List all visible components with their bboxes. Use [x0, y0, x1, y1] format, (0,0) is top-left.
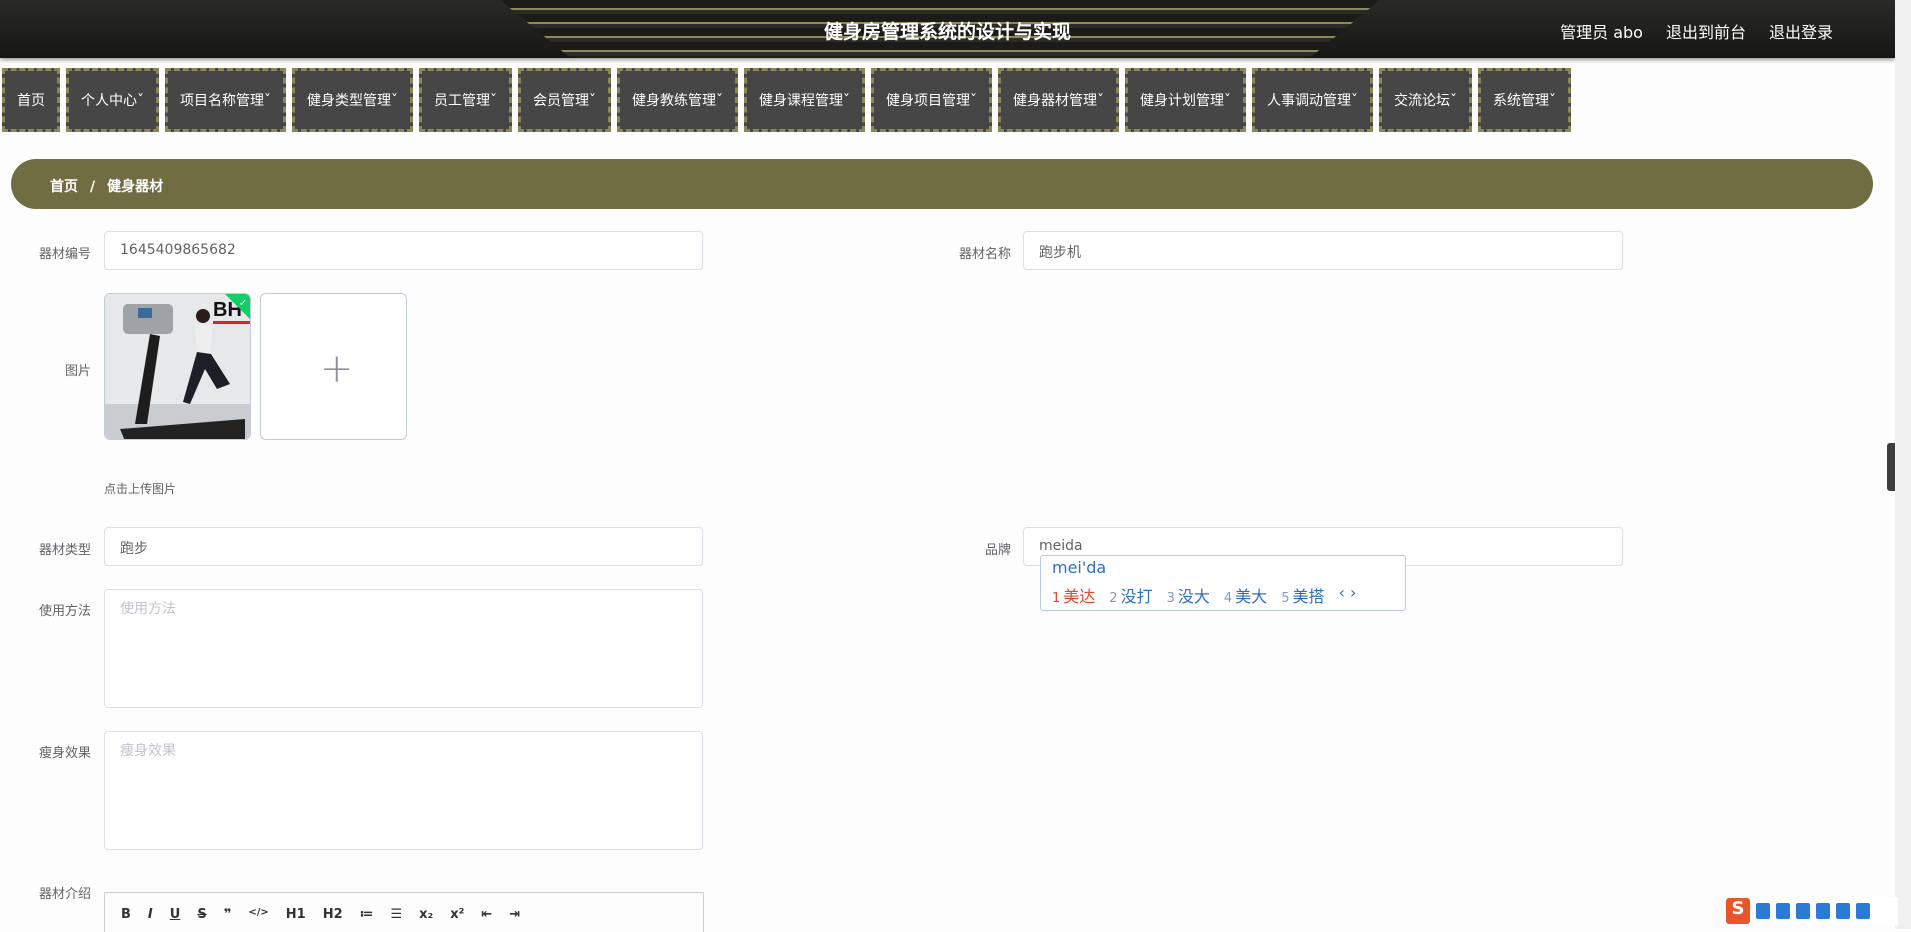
strike-button[interactable]: S — [197, 907, 206, 932]
ime-tool-icon[interactable] — [1856, 903, 1870, 919]
nav-item-home[interactable]: 首页 — [2, 68, 60, 132]
subscript-button[interactable]: x₂ — [419, 907, 433, 932]
nav-item-system[interactable]: 系统管理ˇ — [1478, 68, 1571, 132]
bullet-list-button[interactable]: ☰ — [390, 907, 402, 932]
ime-pager[interactable]: ‹ › — [1338, 583, 1356, 607]
h1-button[interactable]: H1 — [286, 907, 306, 932]
uploaded-image[interactable]: BH ✓ — [104, 293, 251, 440]
name-input[interactable]: 跑步机 — [1023, 231, 1623, 270]
nav-item-profile[interactable]: 个人中心ˇ — [66, 68, 159, 132]
h2-button[interactable]: H2 — [323, 907, 343, 932]
indent-button[interactable]: ⇥ — [509, 907, 520, 932]
nav-item-fitness-type[interactable]: 健身类型管理ˇ — [292, 68, 413, 132]
nav-item-equipment[interactable]: 健身器材管理ˇ — [998, 68, 1119, 132]
nav-item-project[interactable]: 健身项目管理ˇ — [871, 68, 992, 132]
ime-tool-icon[interactable] — [1776, 903, 1790, 919]
image-label: 图片 — [64, 364, 91, 379]
type-label: 器材类型 — [38, 543, 91, 558]
breadcrumb-home[interactable]: 首页 — [50, 179, 78, 195]
superscript-button[interactable]: x² — [450, 907, 464, 932]
underline-button[interactable]: U — [170, 907, 181, 932]
back-to-front-link[interactable]: 退出到前台 — [1666, 19, 1746, 43]
nav-item-forum[interactable]: 交流论坛ˇ — [1379, 68, 1472, 132]
ime-tool-icon[interactable] — [1836, 903, 1850, 919]
ime-candidate-popup: mei'da 1 美达 2 没打 3 没大 4 美大 5 美搭 ‹ › — [1040, 555, 1406, 611]
ime-tool-icon[interactable] — [1816, 903, 1830, 919]
brand-label: 品牌 — [984, 543, 1011, 558]
user-label: 管理员 abo — [1560, 23, 1643, 42]
nav-item-plan[interactable]: 健身计划管理ˇ — [1125, 68, 1246, 132]
code-input[interactable]: 1645409865682 — [104, 231, 703, 270]
usage-textarea[interactable]: 使用方法 — [104, 589, 703, 708]
ordered-list-button[interactable]: ≔ — [360, 907, 374, 932]
ime-tool-icon[interactable] — [1796, 903, 1810, 919]
effect-textarea[interactable]: 瘦身效果 — [104, 731, 703, 850]
ime-candidate[interactable]: 5 美搭 — [1281, 583, 1324, 607]
header: 健身房管理系统的设计与实现 管理员 abo 退出到前台 退出登录 — [0, 0, 1895, 58]
ime-candidate[interactable]: 1 美达 — [1052, 583, 1095, 607]
ime-candidate[interactable]: 2 没打 — [1109, 583, 1152, 607]
effect-label: 瘦身效果 — [38, 746, 91, 761]
nav-item-hr[interactable]: 人事调动管理ˇ — [1252, 68, 1373, 132]
ime-tool-icon[interactable] — [1756, 903, 1770, 919]
ime-pinyin: mei'da — [1052, 558, 1107, 577]
code-label: 器材编号 — [38, 247, 91, 262]
code-button[interactable]: </> — [248, 907, 268, 932]
italic-button[interactable]: I — [148, 907, 153, 932]
nav-item-member[interactable]: 会员管理ˇ — [518, 68, 611, 132]
upload-hint: 点击上传图片 — [104, 482, 177, 496]
bold-button[interactable]: B — [121, 907, 131, 932]
nav-item-project-name[interactable]: 项目名称管理ˇ — [165, 68, 286, 132]
upload-button[interactable]: + — [260, 293, 407, 440]
ime-candidate[interactable]: 3 没大 — [1167, 583, 1210, 607]
plus-icon: + — [320, 346, 354, 392]
main-nav: 首页 个人中心ˇ 项目名称管理ˇ 健身类型管理ˇ 员工管理ˇ 会员管理ˇ 健身教… — [2, 68, 1571, 132]
intro-label: 器材介绍 — [38, 887, 91, 902]
blockquote-button[interactable]: ❞ — [224, 907, 232, 932]
type-input[interactable]: 跑步 — [104, 527, 703, 566]
nav-item-course[interactable]: 健身课程管理ˇ — [744, 68, 865, 132]
usage-label: 使用方法 — [38, 604, 91, 619]
breadcrumb: 首页 / 健身器材 — [11, 159, 1873, 209]
nav-item-staff[interactable]: 员工管理ˇ — [419, 68, 512, 132]
editor-toolbar: B I U S ❞ </> H1 H2 ≔ ☰ x₂ x² ⇤ ⇥ — [104, 892, 704, 932]
sogou-logo-icon: S — [1726, 898, 1750, 924]
scrollbar[interactable] — [1895, 0, 1911, 929]
outdent-button[interactable]: ⇤ — [481, 907, 492, 932]
ime-candidate[interactable]: 4 美大 — [1224, 583, 1267, 607]
breadcrumb-current: 健身器材 — [107, 179, 164, 195]
name-label: 器材名称 — [958, 247, 1011, 262]
svg-text:✓: ✓ — [239, 298, 247, 309]
breadcrumb-separator: / — [90, 179, 96, 195]
ime-toolbar[interactable]: S — [1722, 897, 1898, 925]
logout-link[interactable]: 退出登录 — [1769, 19, 1833, 43]
nav-item-coach[interactable]: 健身教练管理ˇ — [617, 68, 738, 132]
treadmill-image: BH ✓ — [105, 294, 250, 439]
